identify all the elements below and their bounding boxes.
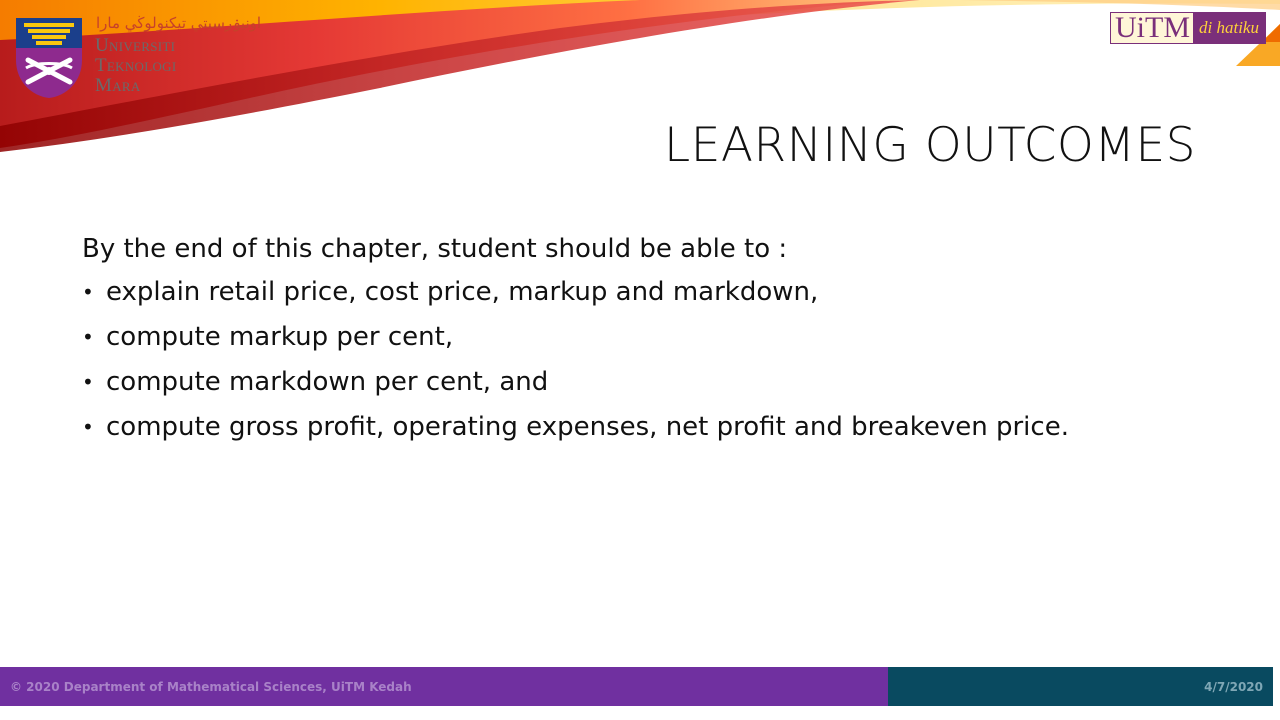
university-name-line-1: Universiti bbox=[95, 35, 176, 56]
slide-footer: © 2020 Department of Mathematical Scienc… bbox=[0, 667, 1280, 706]
university-crest-icon bbox=[16, 18, 82, 98]
bullet-icon: • bbox=[82, 280, 94, 304]
bullet-icon: • bbox=[82, 325, 94, 349]
intro-text: By the end of this chapter, student shou… bbox=[82, 234, 788, 264]
footer-copyright: © 2020 Department of Mathematical Scienc… bbox=[0, 667, 888, 706]
footer-date: 4/7/2020 bbox=[888, 667, 1273, 706]
list-item: • compute markup per cent, bbox=[82, 317, 1202, 362]
list-item-text: compute markdown per cent, and bbox=[106, 367, 549, 397]
slide-body: By the end of this chapter, student shou… bbox=[82, 230, 1202, 452]
university-name: Universiti Teknologi Mara bbox=[95, 36, 176, 96]
list-item-text: explain retail price, cost price, markup… bbox=[106, 277, 819, 307]
university-name-line-3: Mara bbox=[95, 75, 141, 96]
tagline-phrase: di hatiku bbox=[1193, 13, 1265, 43]
university-name-line-2: Teknologi bbox=[95, 55, 177, 76]
list-item: • compute markdown per cent, and bbox=[82, 362, 1202, 407]
bullet-icon: • bbox=[82, 370, 94, 394]
list-item-text: compute markup per cent, bbox=[106, 322, 454, 352]
learning-outcomes-list: • explain retail price, cost price, mark… bbox=[82, 272, 1202, 452]
list-item: • compute gross profit, operating expens… bbox=[82, 407, 1202, 452]
slide: اونيۏرسيتي تيكنولوڬي مارا Universiti Tek… bbox=[0, 0, 1280, 720]
uitm-tagline-badge: UiTM di hatiku bbox=[1110, 12, 1266, 44]
bullet-icon: • bbox=[82, 415, 94, 439]
tagline-brand: UiTM bbox=[1111, 13, 1193, 43]
list-item: • explain retail price, cost price, mark… bbox=[82, 272, 1202, 317]
university-logo: اونيۏرسيتي تيكنولوڬي مارا Universiti Tek… bbox=[14, 14, 260, 100]
slide-title: Learning Outcomes bbox=[664, 118, 1196, 173]
footer-edge bbox=[1273, 667, 1280, 706]
list-item-text: compute gross profit, operating expenses… bbox=[106, 412, 1069, 442]
jawi-wordmark: اونيۏرسيتي تيكنولوڬي مارا bbox=[96, 14, 262, 32]
